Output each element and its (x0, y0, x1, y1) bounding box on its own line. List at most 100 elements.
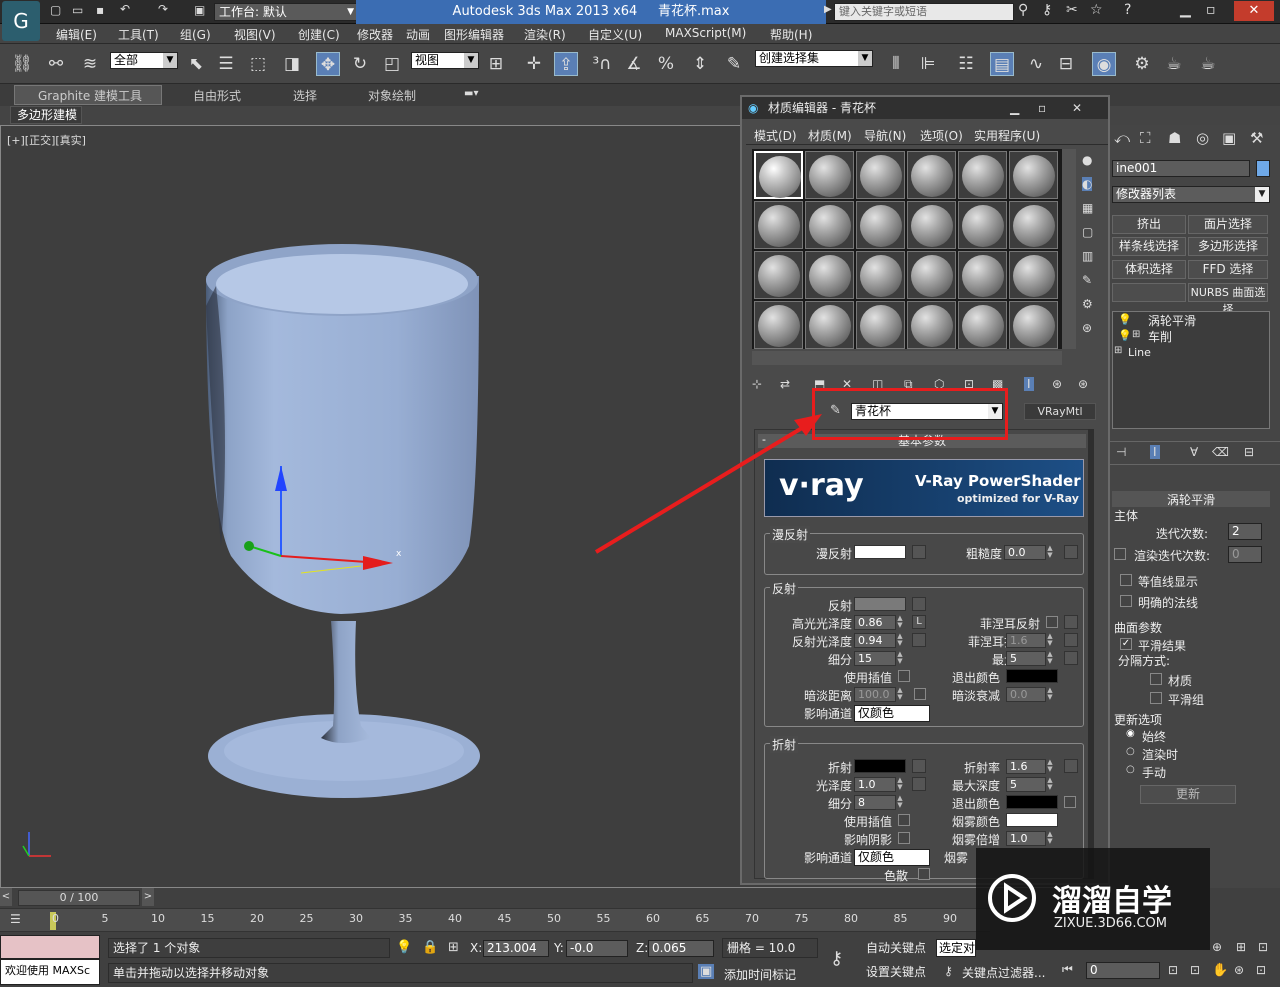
spinner-arrows-icon[interactable]: ▲ ▼ (896, 615, 904, 630)
rollout-turbosmooth[interactable]: 涡轮平滑 (1112, 491, 1270, 507)
curve-editor-icon[interactable]: ∿ (1024, 52, 1048, 76)
select-manipulate-icon[interactable]: ✛ (522, 52, 546, 76)
spinner-arrows-icon[interactable]: ▲ ▼ (1046, 777, 1054, 792)
percent-snap-icon[interactable]: % (654, 52, 678, 76)
orbit-icon[interactable]: ⊛ (1234, 963, 1244, 977)
selected-set-dropdown[interactable]: 选定对 (936, 939, 976, 957)
fresnel-map-button[interactable] (1064, 615, 1078, 629)
material-editor-icon[interactable]: ◉ (1092, 52, 1116, 76)
ribbon-options-icon[interactable]: ▬▾ (464, 88, 478, 99)
spinner-arrows-icon[interactable]: ▲ ▼ (1046, 651, 1054, 666)
chevron-right-icon[interactable]: ▶ (824, 4, 832, 15)
close-icon[interactable]: ✕ (1234, 1, 1274, 21)
menu-edit[interactable]: 编辑(E) (56, 26, 97, 43)
time-slider[interactable]: 0 / 100 (18, 890, 140, 906)
spinner-arrows-icon[interactable]: ▲ ▼ (896, 795, 904, 810)
spinner-snap-icon[interactable]: ⇕ (688, 52, 712, 76)
key-icon[interactable]: ⚷ (1042, 2, 1052, 18)
render-setup-icon[interactable]: ⚙ (1130, 52, 1154, 76)
maxscript-listener-pink[interactable] (0, 935, 100, 959)
maximize-icon[interactable]: ▫ (1206, 2, 1216, 18)
hilight-gloss-field[interactable]: 0.86 (854, 615, 896, 630)
refl-gloss-lock-button[interactable] (912, 633, 926, 647)
refr-exit-color-checkbox[interactable] (1064, 796, 1076, 808)
set-key-icon[interactable]: ⚷ (830, 948, 843, 969)
y-coord-field[interactable]: -0.0 (566, 940, 628, 957)
binoculars-icon[interactable]: ⚲ (1018, 2, 1028, 18)
abs-relative-icon[interactable]: ⊞ (448, 940, 459, 955)
search-input[interactable]: 键入关键字或短语 (834, 3, 1014, 21)
graphite-toggle-icon[interactable]: ▤ (990, 52, 1014, 76)
add-time-tag-label[interactable]: 添加时间标记 (724, 966, 796, 983)
menu-maxscript[interactable]: MAXScript(M) (665, 26, 746, 40)
fog-color-swatch[interactable] (1006, 813, 1058, 827)
iterations-field[interactable]: 2 (1228, 523, 1262, 540)
affect-shadows-checkbox[interactable] (898, 832, 910, 844)
selection-filter-dropdown[interactable]: 全部 ▼ (110, 52, 178, 69)
btn-blank[interactable] (1112, 283, 1186, 302)
layer-manager-icon[interactable]: ☷ (954, 52, 978, 76)
lock-selection-icon[interactable]: 🔒 (422, 940, 438, 955)
btn-spline-select[interactable]: 样条线选择 (1112, 237, 1186, 256)
named-selection-dropdown[interactable]: 创建选择集 ▼ (755, 50, 873, 67)
isoline-checkbox[interactable] (1120, 574, 1132, 586)
x-coord-field[interactable]: 213.004 (483, 940, 549, 957)
roughness-map-button[interactable] (1064, 545, 1078, 559)
schematic-view-icon[interactable]: ⊟ (1054, 52, 1078, 76)
bind-spacewarp-icon[interactable]: ≋ (78, 52, 102, 76)
remove-modifier-icon[interactable]: ⌫ (1212, 445, 1229, 459)
zoom-all-icon[interactable]: ⊞ (1236, 940, 1246, 954)
btn-patch-select[interactable]: 面片选择 (1188, 215, 1268, 234)
select-object-icon[interactable]: ⬉ (184, 52, 208, 76)
render-iters-field[interactable]: 0 (1228, 546, 1262, 563)
stack-item-line[interactable]: Line (1122, 345, 1242, 361)
roughness-field[interactable]: 0.0 (1004, 545, 1046, 560)
menu-views[interactable]: 视图(V) (234, 26, 276, 43)
refr-use-interp-checkbox[interactable] (898, 814, 910, 826)
explicit-normals-checkbox[interactable] (1120, 595, 1132, 607)
minimize-icon[interactable]: ▁ (1180, 2, 1191, 18)
btn-poly-select[interactable]: 多边形选择 (1188, 237, 1268, 256)
zoom-extents-icon[interactable]: ⊡ (1168, 963, 1178, 977)
pan-hand-icon[interactable]: ✋ (1212, 963, 1228, 978)
refl-gloss-field[interactable]: 0.94 (854, 633, 896, 648)
menu-group[interactable]: 组(G) (180, 26, 211, 43)
stack-item-turbosmooth[interactable]: 涡轮平滑 (1142, 313, 1262, 329)
window-crossing-icon[interactable]: ◨ (280, 52, 304, 76)
align-icon[interactable]: ⊫ (916, 52, 940, 76)
materials-checkbox[interactable] (1150, 673, 1162, 685)
refr-affect-channels-dropdown[interactable]: 仅颜色 (854, 849, 930, 866)
time-slider-right-icon[interactable]: > (142, 888, 154, 906)
pivot-center-icon[interactable]: ⊞ (484, 52, 508, 76)
set-key-button[interactable]: 设置关键点 (866, 962, 932, 982)
project-folder-icon[interactable]: ▣ (194, 3, 205, 17)
snaps-toggle-icon[interactable]: ³∩ (590, 52, 614, 76)
show-end-result-icon[interactable]: I (1150, 445, 1160, 459)
track-bar[interactable] (0, 908, 990, 932)
ior-field[interactable]: 1.6 (1006, 759, 1046, 774)
reflect-color-swatch[interactable] (854, 597, 906, 611)
tools-icon[interactable]: ✂ (1066, 2, 1078, 18)
spinner-arrows-icon[interactable]: ▲ ▼ (896, 777, 904, 792)
save-file-icon[interactable]: ▪ (96, 3, 104, 17)
edit-named-sel-icon[interactable]: ✎ (722, 52, 746, 76)
motion-tab-icon[interactable]: ⛶ (1140, 129, 1151, 147)
radio-manually[interactable]: ○ (1126, 764, 1135, 775)
isolate-bulb-icon[interactable]: 💡 (396, 940, 412, 955)
configure-sets-icon[interactable]: ⊟ (1244, 445, 1254, 459)
undo-icon[interactable]: ↶ (120, 2, 130, 16)
radio-when-rendering[interactable]: ○ (1126, 746, 1135, 757)
ribbon-polygon-modeling[interactable]: 多边形建模 (10, 106, 82, 124)
mini-curve-icon[interactable]: ☰ (10, 912, 21, 926)
select-by-name-icon[interactable]: ☰ (214, 52, 238, 76)
menu-graph-editors[interactable]: 图形编辑器 (444, 26, 504, 43)
hierarchy-tab-icon[interactable]: ⤺ (1114, 129, 1130, 147)
refr-gloss-field[interactable]: 1.0 (854, 777, 896, 792)
spinner-arrows-icon[interactable]: ▲ ▼ (896, 633, 904, 648)
ior-map-button[interactable] (1064, 759, 1078, 773)
refr-exit-color-swatch[interactable] (1006, 795, 1058, 809)
select-rotate-icon[interactable]: ↻ (348, 52, 372, 76)
smoothing-groups-checkbox[interactable] (1150, 692, 1162, 704)
make-unique-icon[interactable]: ∀ (1190, 445, 1198, 459)
spinner-arrows-icon[interactable]: ▲ ▼ (896, 687, 904, 702)
